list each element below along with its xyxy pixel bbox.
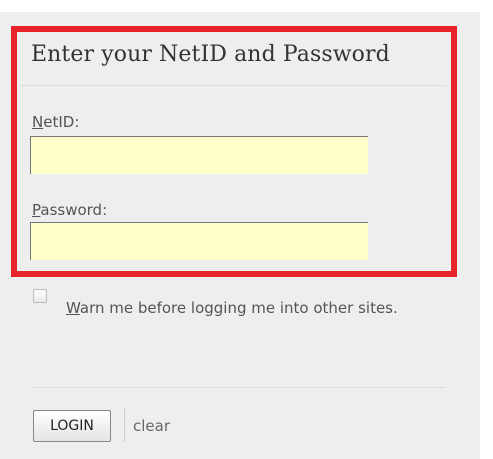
form-title: Enter your NetID and Password — [31, 42, 390, 67]
netid-label-accesskey: N — [32, 113, 44, 131]
netid-input[interactable] — [30, 136, 368, 174]
netid-label-text: etID: — [43, 113, 80, 131]
clear-link[interactable]: clear — [133, 417, 170, 435]
warn-label[interactable]: Warn me before logging me into other sit… — [31, 292, 461, 324]
password-label-text: assword: — [40, 201, 108, 219]
button-separator — [124, 408, 125, 442]
login-button[interactable]: LOGIN — [33, 410, 111, 442]
password-input[interactable] — [30, 222, 368, 260]
password-label: Password: — [32, 201, 107, 219]
buttons-divider — [31, 387, 445, 388]
netid-label: NetID: — [32, 113, 79, 131]
warn-label-accesskey: W — [66, 299, 80, 317]
warn-label-text: arn me before logging me into other site… — [79, 299, 398, 317]
title-divider — [20, 85, 446, 86]
